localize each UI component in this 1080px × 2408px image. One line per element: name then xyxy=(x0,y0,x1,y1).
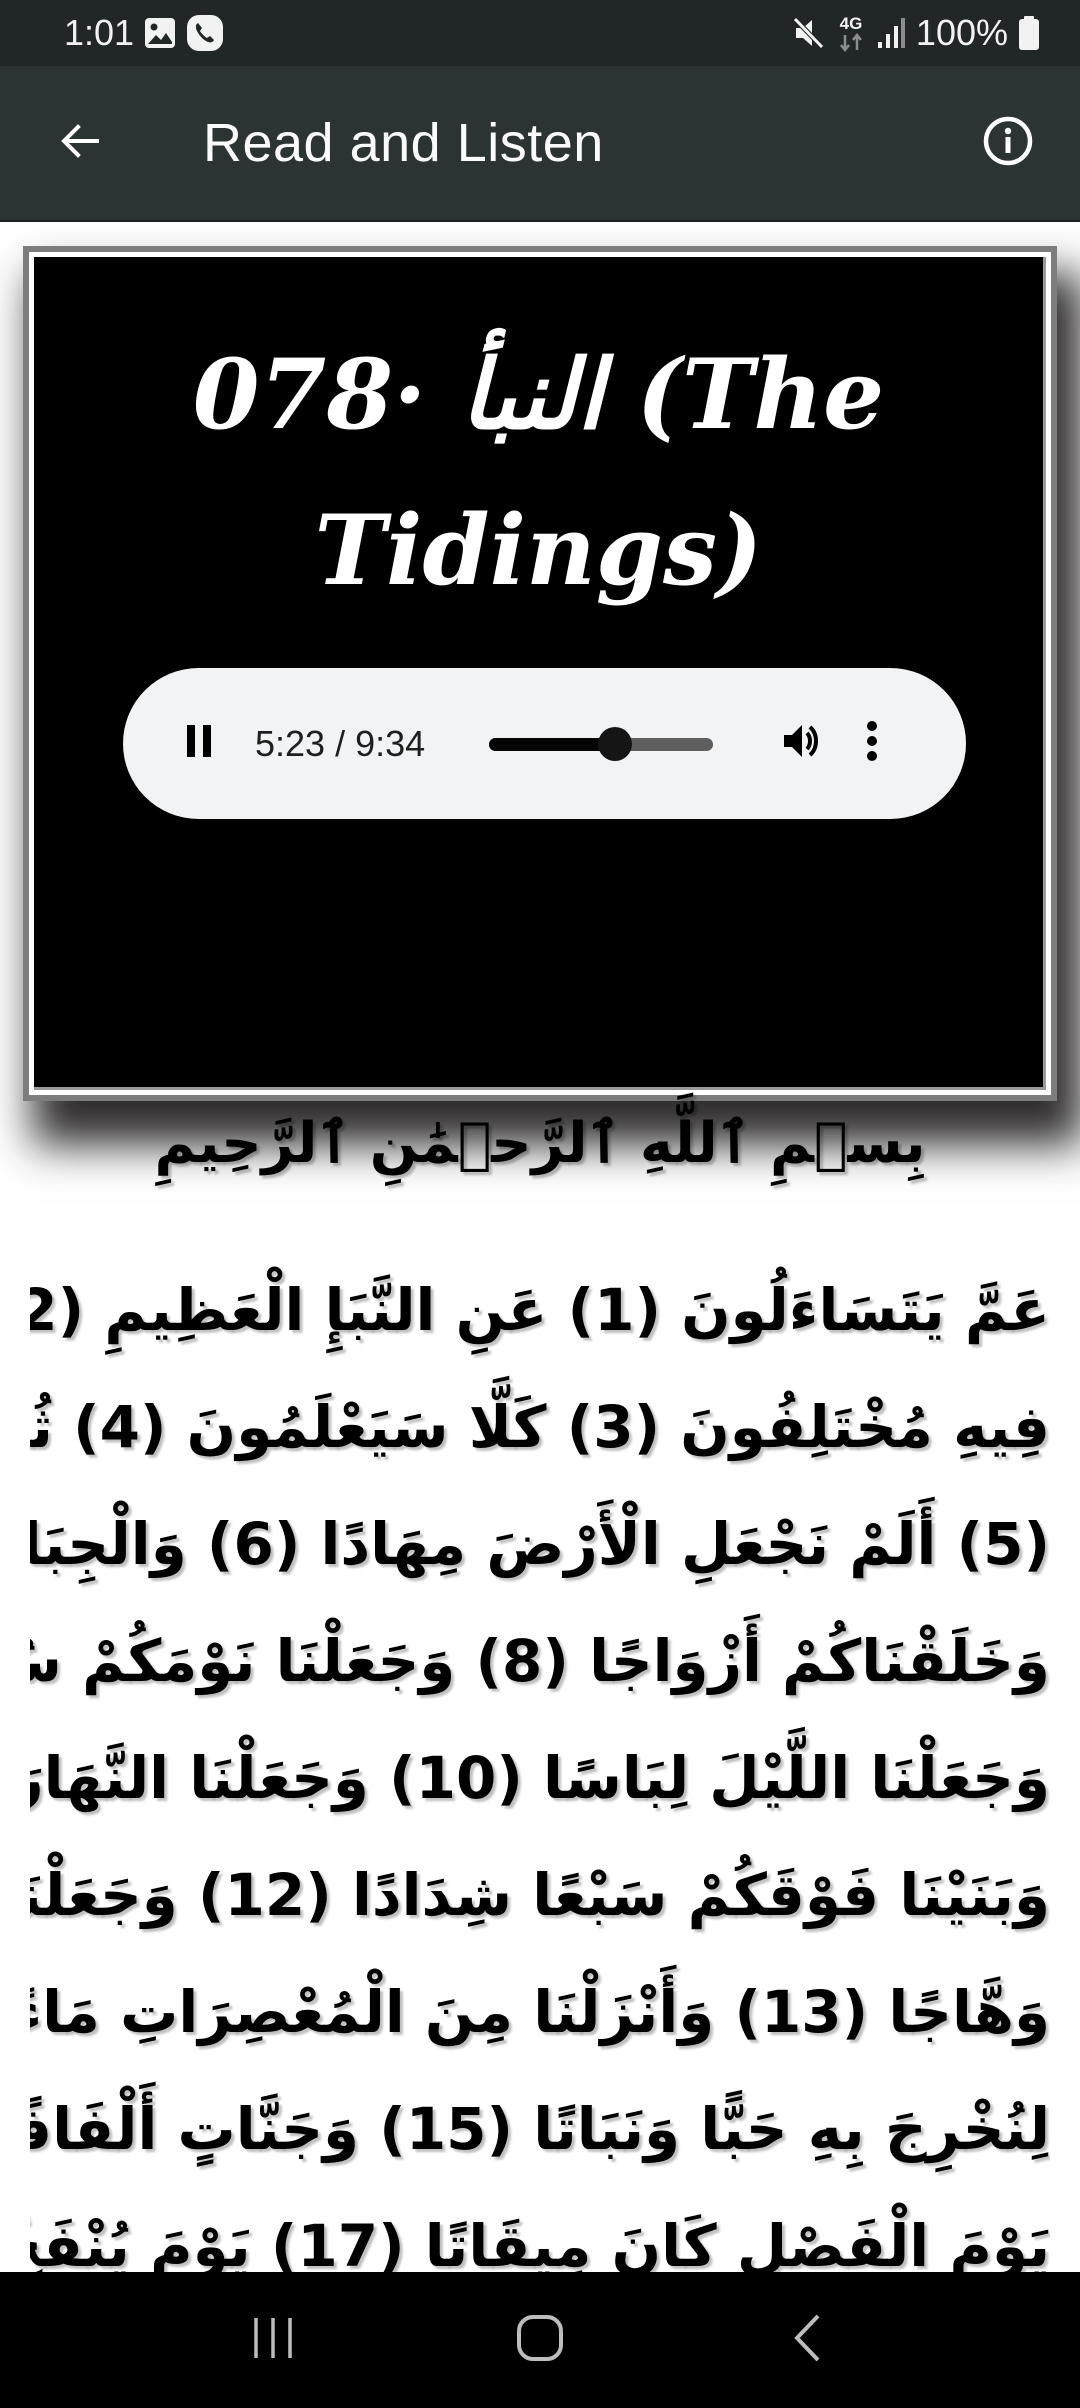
mute-icon xyxy=(792,16,826,50)
svg-text:4G: 4G xyxy=(840,14,863,33)
status-time: 1:01 xyxy=(64,12,135,53)
seek-slider[interactable] xyxy=(489,726,713,762)
4g-data-icon: 4G xyxy=(836,11,866,55)
verse-line: عَمَّ يَتَسَاءَلُونَ (1) عَنِ النَّبَإِ … xyxy=(30,1276,1050,1344)
status-left: 1:01 xyxy=(64,12,224,54)
system-back-button[interactable] xyxy=(757,2290,857,2390)
gallery-icon xyxy=(144,16,176,50)
pause-button[interactable] xyxy=(179,724,219,764)
app-bar: Read and Listen xyxy=(0,66,1080,222)
info-icon xyxy=(982,115,1034,172)
card-frame: 078· النبأ (The Tidings) 5:23 / 9:34 xyxy=(29,252,1051,1095)
verse-line: وَبَنَيْنَا فَوْقَكُمْ سَبْعًا شِدَادًا … xyxy=(30,1861,1050,1929)
status-bar: 1:01 4G 100% xyxy=(0,0,1080,66)
arrow-left-icon xyxy=(59,120,101,167)
verses-text: عَمَّ يَتَسَاءَلُونَ (1) عَنِ النَّبَإِ … xyxy=(30,1252,1050,2272)
home-icon xyxy=(516,2314,564,2367)
more-vert-icon xyxy=(864,719,880,768)
surah-title: 078· النبأ (The Tidings) xyxy=(192,338,885,607)
back-button[interactable] xyxy=(50,113,110,173)
verse-line: يَوْمَ الْفَصْلِ كَانَ مِيقَاتًا (17) يَ… xyxy=(30,2212,1050,2272)
seek-thumb[interactable] xyxy=(598,726,633,761)
seek-progress xyxy=(489,737,616,751)
verse-line: وَجَعَلْنَا اللَّيْلَ لِبَاسًا (10) وَجَ… xyxy=(30,1744,1050,1812)
playback-time: 5:23 / 9:34 xyxy=(255,722,426,764)
more-options-button[interactable] xyxy=(860,716,884,772)
verse-line: (5) أَلَمْ نَجْعَلِ الْأَرْضَ مِهَادًا (… xyxy=(30,1510,1050,1578)
recent-apps-button[interactable] xyxy=(223,2290,323,2390)
info-button[interactable] xyxy=(976,111,1040,175)
verse-line: وَخَلَقْنَاكُمْ أَزْوَاجًا (8) وَجَعَلْن… xyxy=(30,1627,1050,1695)
status-right: 4G 100% xyxy=(792,11,1040,55)
volume-icon xyxy=(780,719,824,768)
battery-icon xyxy=(1018,15,1040,51)
back-chevron-icon xyxy=(790,2313,824,2368)
verse-line: فِيهِ مُخْتَلِفُونَ (3) كَلَّا سَيَعْلَم… xyxy=(30,1393,1050,1461)
pause-icon xyxy=(184,724,214,763)
navigation-bar xyxy=(0,2272,1080,2408)
page-title: Read and Listen xyxy=(203,113,604,173)
basmala: بِسۡمِ ٱللَّهِ ٱلرَّحۡمَٰنِ ٱلرَّحِيمِ xyxy=(154,1111,926,1176)
home-button[interactable] xyxy=(490,2290,590,2390)
surah-header-card: 078· النبأ (The Tidings) 5:23 / 9:34 xyxy=(23,246,1057,1101)
content-area[interactable]: 078· النبأ (The Tidings) 5:23 / 9:34 بِس… xyxy=(0,224,1080,2272)
recent-apps-icon xyxy=(250,2315,296,2366)
phone-call-icon xyxy=(186,14,224,52)
battery-percent: 100% xyxy=(915,12,1008,53)
verse-line: وَهَّاجًا (13) وَأَنْزَلْنَا مِنَ الْمُع… xyxy=(30,1978,1050,2046)
audio-player: 5:23 / 9:34 xyxy=(123,668,966,819)
card-body: 078· النبأ (The Tidings) 5:23 / 9:34 xyxy=(34,257,1046,1090)
signal-icon xyxy=(876,16,906,50)
verse-line: لِنُخْرِجَ بِهِ حَبًّا وَنَبَاتًا (15) و… xyxy=(30,2095,1050,2163)
volume-button[interactable] xyxy=(778,720,826,768)
